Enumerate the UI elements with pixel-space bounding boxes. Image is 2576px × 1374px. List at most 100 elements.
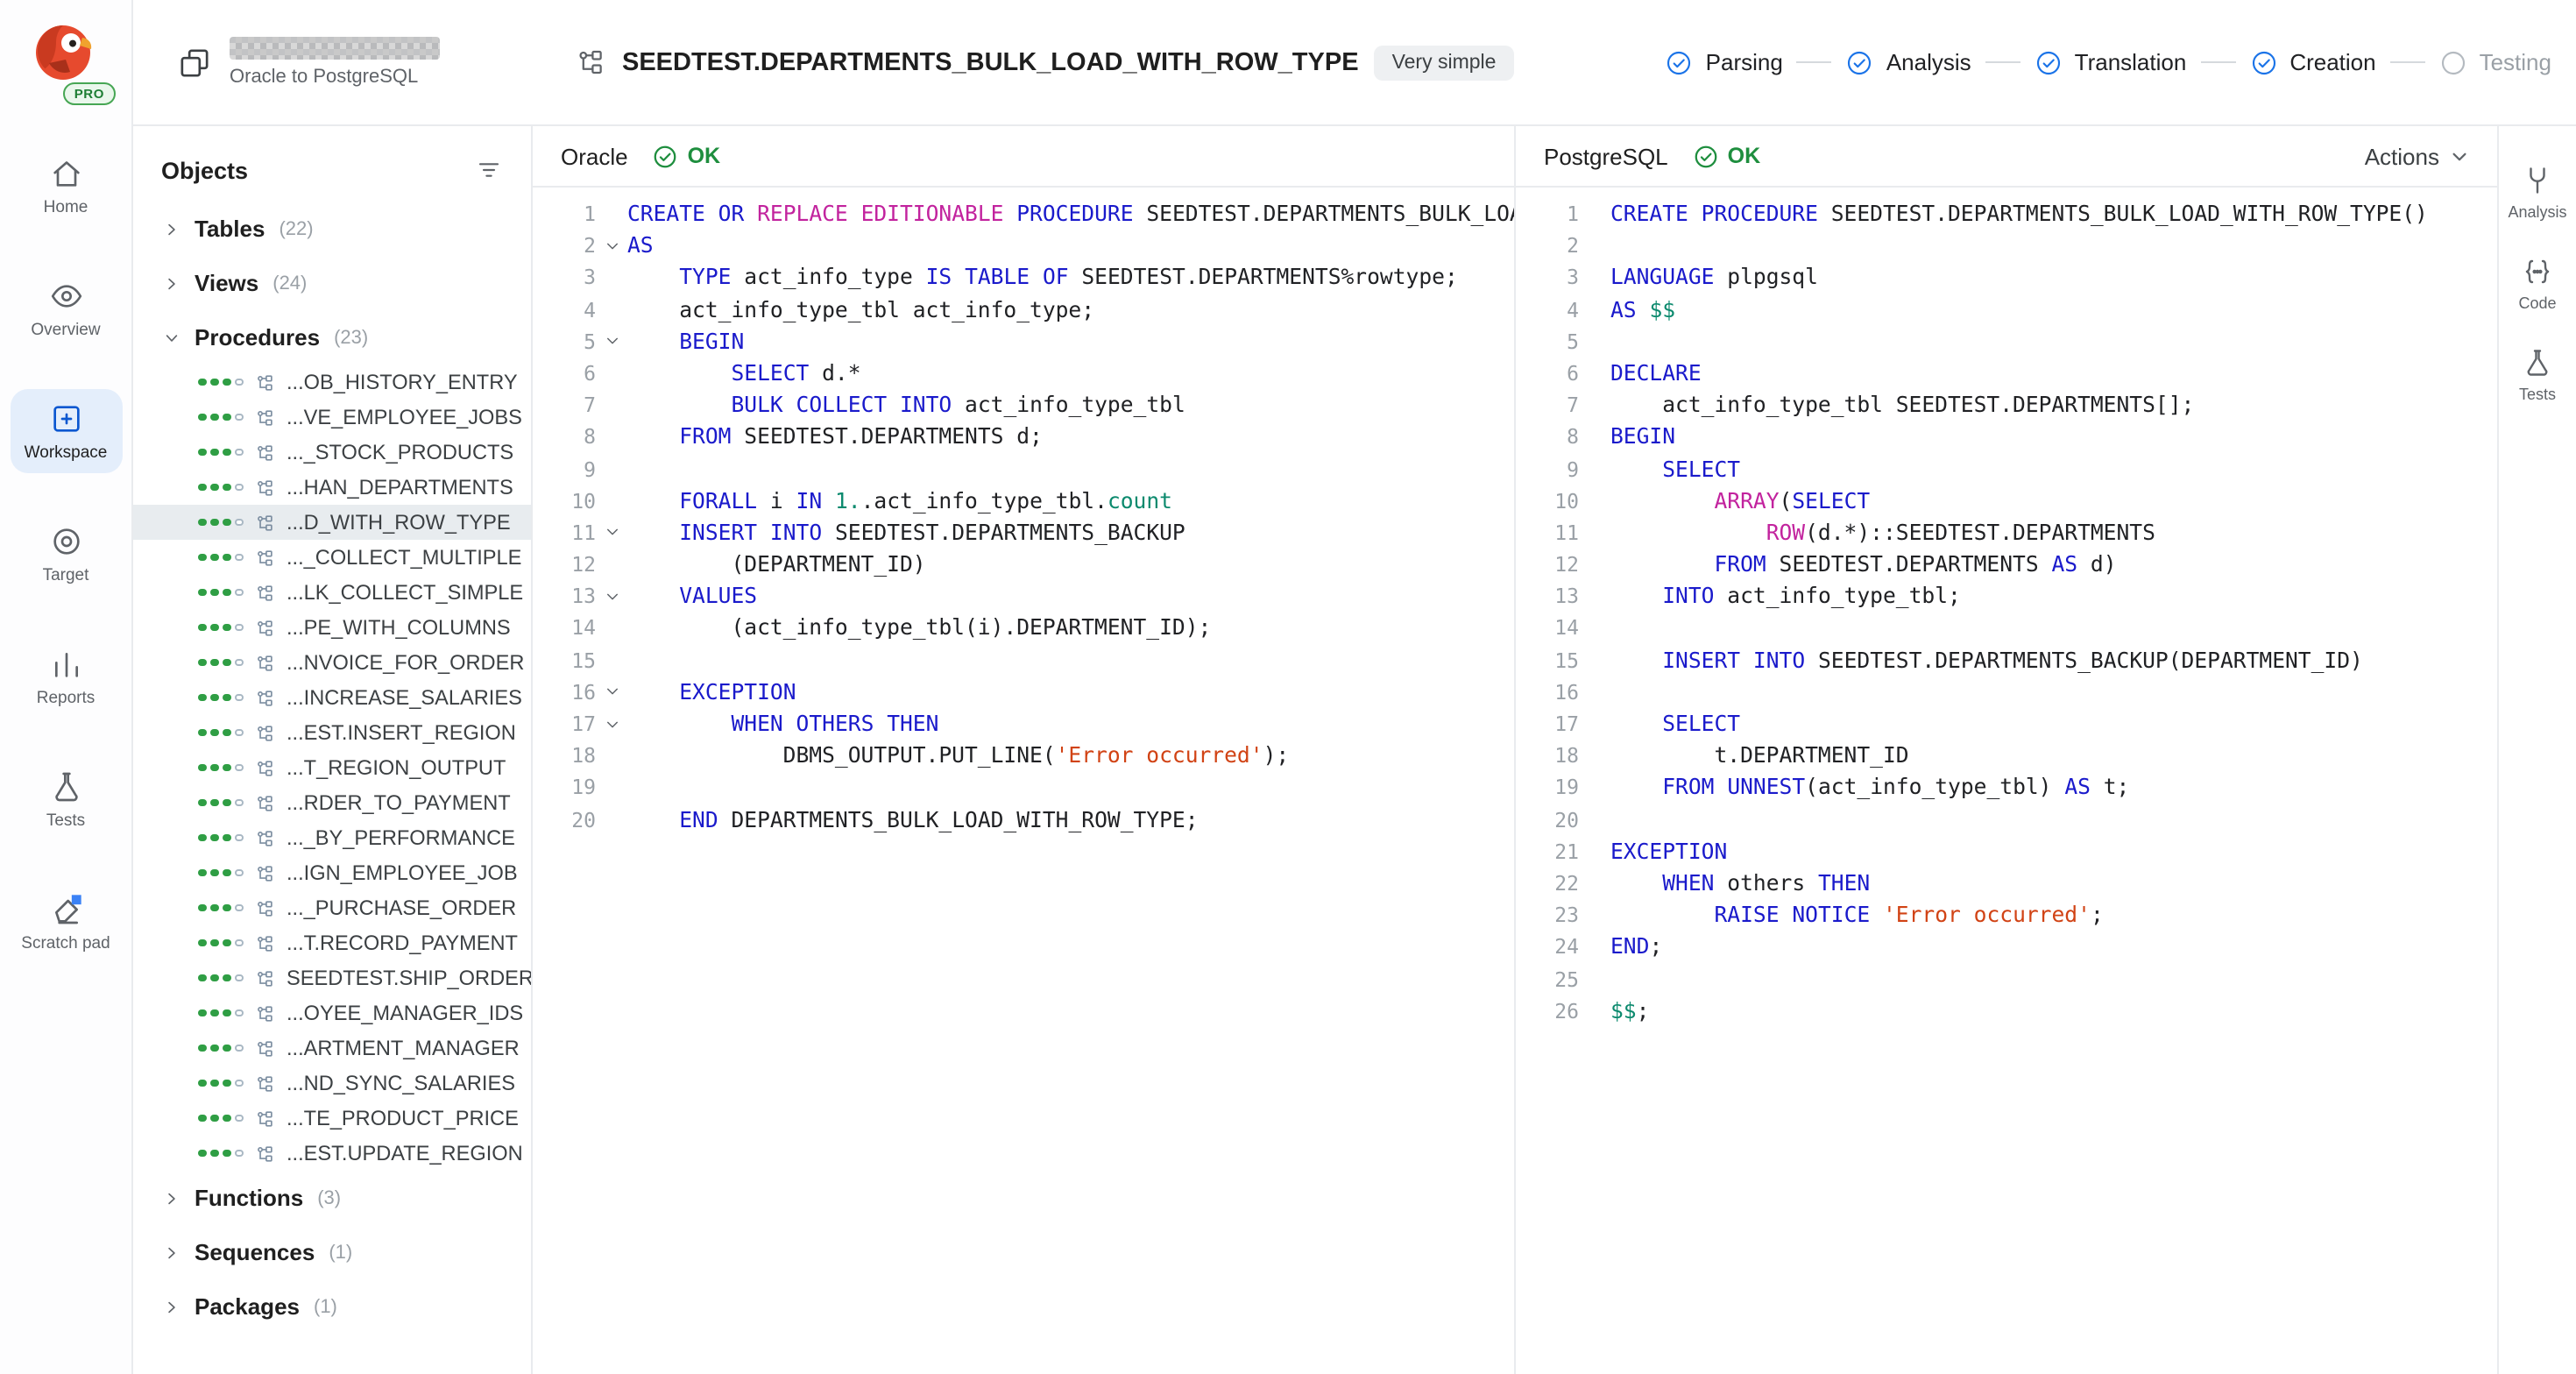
tree-item--stock-products[interactable]: ..._STOCK_PRODUCTS (133, 435, 531, 470)
line-number: 20 (1516, 804, 1579, 835)
code-line-text: ROW(d.*)::SEEDTEST.DEPARTMENTS (1610, 517, 2497, 549)
code-line-text: SELECT d.* (627, 358, 1514, 389)
tree-item--t-region-output[interactable]: ...T_REGION_OUTPUT (133, 750, 531, 785)
fold-chevron-icon[interactable] (596, 334, 627, 350)
code-line: 22 WHEN others THEN (1516, 868, 2497, 899)
procedure-icon (255, 758, 274, 777)
chevron-right-icon (163, 220, 180, 237)
status-dots-icon (198, 764, 243, 772)
tree-group-tables[interactable]: Tables(22) (133, 202, 531, 256)
tree-item-label: ...T_REGION_OUTPUT (287, 755, 506, 780)
line-number: 21 (1516, 836, 1579, 868)
tree-item--te-product-price[interactable]: ...TE_PRODUCT_PRICE (133, 1101, 531, 1136)
tree-item-label: ...PE_WITH_COLUMNS (287, 615, 511, 640)
app-logo[interactable]: PRO (27, 18, 104, 105)
nav-overview[interactable]: Overview (10, 266, 122, 351)
tree-item--by-performance[interactable]: ..._BY_PERFORMANCE (133, 820, 531, 855)
fold-chevron-icon[interactable] (596, 589, 627, 605)
project-info[interactable]: Oracle to PostgreSQL (177, 37, 440, 88)
tree-item--est-update-region[interactable]: ...EST.UPDATE_REGION (133, 1136, 531, 1171)
code-line-text: INSERT INTO SEEDTEST.DEPARTMENTS_BACKUP(… (1610, 644, 2497, 676)
objects-tree: Tables(22)Views(24)Procedures(23)...OB_H… (133, 202, 531, 1374)
pipeline-connector (2390, 61, 2425, 63)
source-tabbar: Oracle OK (533, 126, 1514, 188)
tree-group-functions[interactable]: Functions(3) (133, 1171, 531, 1225)
tree-item--ob-history-entry[interactable]: ...OB_HISTORY_ENTRY (133, 365, 531, 400)
tree-item--ve-employee-jobs[interactable]: ...VE_EMPLOYEE_JOBS (133, 400, 531, 435)
code-line: 11 INSERT INTO SEEDTEST.DEPARTMENTS_BACK… (533, 517, 1514, 549)
tree-group-sequences[interactable]: Sequences (1) (133, 1225, 531, 1279)
code-line: 19 (533, 772, 1514, 804)
procedure-icon (255, 1144, 274, 1163)
code-line: 5 BEGIN (533, 326, 1514, 358)
project-subtitle: Oracle to PostgreSQL (230, 67, 440, 88)
rail-analysis[interactable]: Analysis (2508, 165, 2566, 221)
tree-item--increase-salaries[interactable]: ...INCREASE_SALARIES (133, 680, 531, 715)
filter-icon[interactable] (475, 156, 503, 184)
source-status-badge: OK (653, 143, 721, 169)
tree-item--t-record-payment[interactable]: ...T.RECORD_PAYMENT (133, 925, 531, 960)
line-number: 2 (1516, 230, 1579, 261)
tree-item--artment-manager[interactable]: ...ARTMENT_MANAGER (133, 1030, 531, 1066)
tree-group-procedures[interactable]: Procedures(23) (133, 310, 531, 365)
line-number: 1 (533, 198, 596, 230)
fold-chevron-icon[interactable] (596, 238, 627, 254)
tree-item--oyee-manager-ids[interactable]: ...OYEE_MANAGER_IDS (133, 995, 531, 1030)
nav-scratch-pad[interactable]: Scratch pad (10, 880, 122, 964)
procedure-icon (255, 1003, 274, 1023)
nav-workspace[interactable]: Workspace (10, 389, 122, 473)
pipeline-step-label: Testing (2480, 49, 2551, 75)
status-dots-icon (198, 729, 243, 737)
tree-item--purchase-order[interactable]: ..._PURCHASE_ORDER (133, 890, 531, 925)
nav-home[interactable]: Home (10, 144, 122, 228)
pipeline-step-translation[interactable]: Translation (2035, 48, 2187, 76)
code-line: 11 ROW(d.*)::SEEDTEST.DEPARTMENTS (1516, 517, 2497, 549)
code-line-text: SELECT (1610, 708, 2497, 740)
fold-chevron-icon[interactable] (596, 684, 627, 700)
status-dots-icon (198, 1150, 243, 1158)
tab-postgresql[interactable]: PostgreSQL (1544, 143, 1668, 169)
tree-group-label: Sequences (195, 1239, 315, 1265)
tree-item--pe-with-columns[interactable]: ...PE_WITH_COLUMNS (133, 610, 531, 645)
nav-label: Home (44, 198, 88, 217)
tree-item--nvoice-for-order[interactable]: ...NVOICE_FOR_ORDER (133, 645, 531, 680)
tree-group-views[interactable]: Views(24) (133, 256, 531, 310)
code-line: 9 SELECT (1516, 453, 2497, 485)
tree-item--collect-multiple[interactable]: ..._COLLECT_MULTIPLE (133, 540, 531, 575)
procedure-icon (255, 688, 274, 707)
fold-chevron-icon[interactable] (596, 716, 627, 732)
nav-target[interactable]: Target (10, 512, 122, 596)
tree-item--est-insert-region[interactable]: ...EST.INSERT_REGION (133, 715, 531, 750)
pipeline-step-parsing[interactable]: Parsing (1666, 48, 1783, 76)
app-root: PRO Home Overview Workspace Target Reports Te… (0, 0, 2576, 1374)
tree-item-seedtest-ship-order[interactable]: SEEDTEST.SHIP_ORDER (133, 960, 531, 995)
tab-oracle[interactable]: Oracle (561, 143, 628, 169)
line-number: 4 (533, 294, 596, 325)
target-icon (48, 524, 83, 559)
target-code-editor[interactable]: 1CREATE PROCEDURE SEEDTEST.DEPARTMENTS_B… (1516, 188, 2497, 1374)
line-number: 7 (1516, 389, 1579, 421)
tree-item-label: ...EST.INSERT_REGION (287, 720, 516, 745)
rail-tests[interactable]: Tests (2519, 347, 2556, 403)
pipeline-step-analysis[interactable]: Analysis (1846, 48, 1971, 76)
source-code-editor[interactable]: 1CREATE OR REPLACE EDITIONABLE PROCEDURE… (533, 188, 1514, 1374)
nav-tests[interactable]: Tests (10, 757, 122, 841)
rail-label: Code (2518, 294, 2556, 312)
tree-item--han-departments[interactable]: ...HAN_DEPARTMENTS (133, 470, 531, 505)
line-number: 1 (1516, 198, 1579, 230)
tree-group-count: (1) (329, 1242, 352, 1263)
fold-chevron-icon[interactable] (596, 525, 627, 541)
tree-item--rder-to-payment[interactable]: ...RDER_TO_PAYMENT (133, 785, 531, 820)
tree-item--lk-collect-simple[interactable]: ...LK_COLLECT_SIMPLE (133, 575, 531, 610)
pipeline-step-creation[interactable]: Creation (2249, 48, 2375, 76)
line-number: 12 (1516, 549, 1579, 580)
check-circle-icon (653, 143, 679, 169)
pipeline-step-testing[interactable]: Testing (2439, 48, 2551, 76)
rail-code[interactable]: Code (2518, 256, 2556, 312)
tree-item--d-with-row-type[interactable]: ...D_WITH_ROW_TYPE (133, 505, 531, 540)
tree-item--ign-employee-job[interactable]: ...IGN_EMPLOYEE_JOB (133, 855, 531, 890)
tree-item--nd-sync-salaries[interactable]: ...ND_SYNC_SALARIES (133, 1066, 531, 1101)
actions-dropdown[interactable]: Actions (2365, 143, 2469, 169)
tree-group-packages[interactable]: Packages(1) (133, 1279, 531, 1334)
nav-reports[interactable]: Reports (10, 634, 122, 719)
